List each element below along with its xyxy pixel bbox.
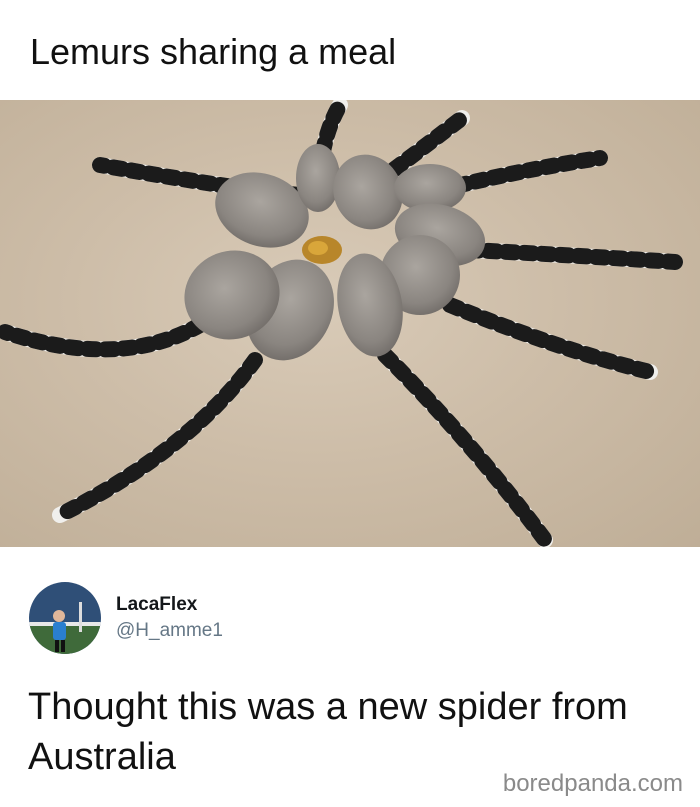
- tweet-display-name[interactable]: LacaFlex: [116, 594, 197, 616]
- meme-title: Lemurs sharing a meal: [30, 31, 397, 72]
- tweet-text: Thought this was a new spider from Austr…: [28, 686, 628, 778]
- tweet-handle[interactable]: @H_amme1: [116, 620, 223, 642]
- watermark: boredpanda.com: [502, 770, 683, 797]
- lemur-illustration: [0, 100, 683, 547]
- lemur-photo: [0, 100, 700, 547]
- avatar[interactable]: [29, 582, 101, 654]
- avatar-image: [29, 582, 101, 654]
